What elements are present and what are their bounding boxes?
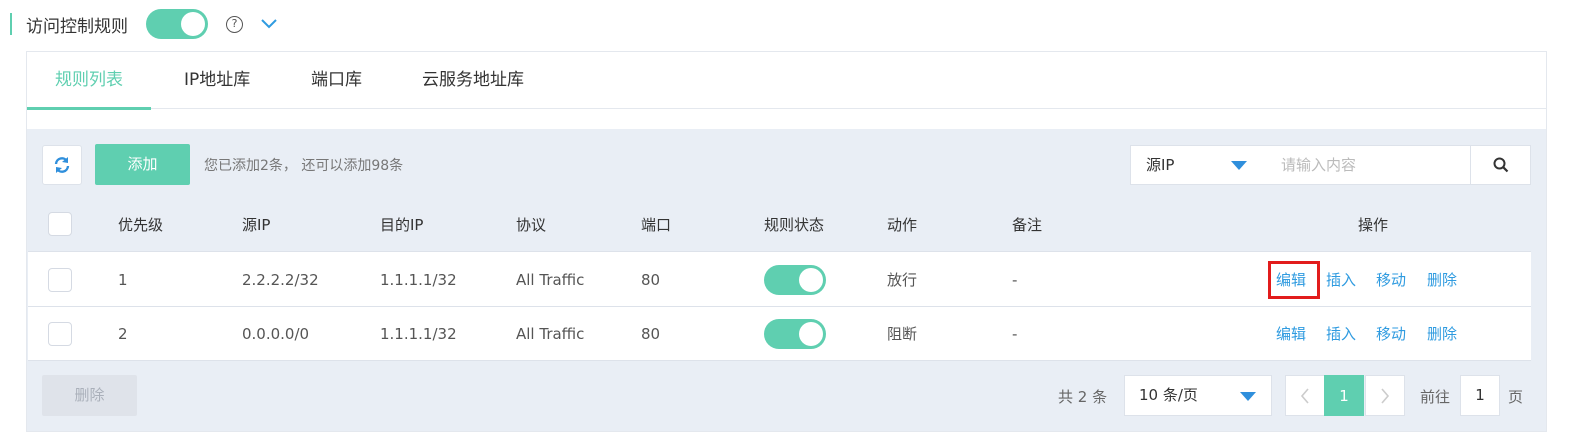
goto-label: 前往 bbox=[1420, 388, 1451, 406]
cell-port: 80 bbox=[641, 324, 661, 343]
delete-link[interactable]: 删除 bbox=[1427, 253, 1457, 306]
row-checkbox-cell bbox=[48, 307, 72, 360]
select-all-checkbox-cell bbox=[48, 197, 72, 251]
chevron-right-icon bbox=[1381, 387, 1390, 404]
rule-status-toggle[interactable] bbox=[764, 318, 826, 349]
search-icon bbox=[1493, 157, 1508, 173]
col-src-ip: 源IP bbox=[242, 215, 271, 234]
toggle-knob bbox=[799, 267, 823, 292]
cell-protocol: All Traffic bbox=[516, 324, 585, 343]
question-circle-icon[interactable]: ? bbox=[226, 15, 243, 33]
page-unit-label: 页 bbox=[1508, 388, 1524, 406]
insert-link[interactable]: 插入 bbox=[1326, 307, 1356, 360]
acl-enable-toggle[interactable] bbox=[146, 9, 208, 39]
cell-rule-status bbox=[764, 307, 826, 360]
select-all-checkbox[interactable] bbox=[48, 212, 72, 236]
move-link[interactable]: 移动 bbox=[1376, 253, 1406, 306]
row-checkbox[interactable] bbox=[48, 321, 72, 346]
col-protocol: 协议 bbox=[516, 215, 547, 234]
chevron-down-icon[interactable] bbox=[261, 16, 277, 32]
dropdown-triangle-icon bbox=[1240, 392, 1256, 401]
col-priority: 优先级 bbox=[118, 215, 164, 234]
table-row: 2 0.0.0.0/0 1.1.1.1/32 All Traffic 80 阻断… bbox=[28, 307, 1531, 361]
rules-table: 优先级 源IP 目的IP 协议 端口 规则状态 动作 备注 操作 1 2.2.2… bbox=[28, 197, 1531, 361]
col-operations: 操作 bbox=[1358, 215, 1389, 234]
cell-priority: 1 bbox=[118, 270, 128, 289]
row-checkbox-cell bbox=[48, 253, 72, 306]
section-header: 访问控制规则 ? bbox=[10, 8, 277, 40]
cell-src-ip: 2.2.2.2/32 bbox=[242, 270, 319, 289]
page-size-value: 10 条/页 bbox=[1139, 386, 1198, 404]
tab-port-library[interactable]: 端口库 bbox=[311, 52, 362, 109]
cell-rule-status bbox=[764, 253, 826, 306]
tab-cloud-address-library[interactable]: 云服务地址库 bbox=[422, 52, 524, 109]
filter-field-value: 源IP bbox=[1146, 156, 1175, 174]
goto-page-input[interactable]: 1 bbox=[1460, 375, 1500, 416]
cell-action: 阻断 bbox=[887, 325, 918, 343]
tab-rule-list[interactable]: 规则列表 bbox=[27, 52, 151, 110]
cell-src-ip: 0.0.0.0/0 bbox=[242, 324, 310, 343]
filter-field-select[interactable]: 源IP bbox=[1130, 145, 1268, 185]
dropdown-triangle-icon bbox=[1231, 161, 1247, 170]
move-link[interactable]: 移动 bbox=[1376, 307, 1406, 360]
prev-page-button[interactable] bbox=[1285, 375, 1325, 416]
col-port: 端口 bbox=[641, 215, 672, 234]
col-note: 备注 bbox=[1012, 215, 1043, 234]
total-count: 共 2 条 bbox=[1058, 388, 1108, 406]
table-row: 1 2.2.2.2/32 1.1.1.1/32 All Traffic 80 放… bbox=[28, 253, 1531, 307]
search-input[interactable] bbox=[1267, 145, 1471, 185]
toggle-knob bbox=[181, 12, 205, 36]
cell-note: - bbox=[1012, 270, 1018, 289]
acl-rules-page: 访问控制规则 ? 规则列表 IP地址库 端口库 云服务地址库 添加 您已添加2条… bbox=[0, 0, 1572, 444]
search-button[interactable] bbox=[1470, 145, 1531, 185]
rule-status-toggle[interactable] bbox=[764, 264, 826, 295]
toggle-knob bbox=[799, 321, 823, 346]
cell-priority: 2 bbox=[118, 324, 128, 343]
col-rule-status: 规则状态 bbox=[764, 215, 825, 234]
tab-ip-library[interactable]: IP地址库 bbox=[184, 52, 250, 109]
rules-panel: 规则列表 IP地址库 端口库 云服务地址库 添加 您已添加2条， 还可以添加98… bbox=[26, 51, 1547, 432]
page-size-select[interactable]: 10 条/页 bbox=[1124, 375, 1272, 416]
edit-link[interactable]: 编辑 bbox=[1276, 307, 1306, 360]
table-header: 优先级 源IP 目的IP 协议 端口 规则状态 动作 备注 操作 bbox=[28, 197, 1531, 252]
edit-link-highlight-box bbox=[1268, 261, 1320, 299]
refresh-icon bbox=[54, 157, 70, 173]
delete-link[interactable]: 删除 bbox=[1427, 307, 1457, 360]
refresh-button[interactable] bbox=[42, 145, 82, 185]
cell-dst-ip: 1.1.1.1/32 bbox=[380, 270, 457, 289]
col-dst-ip: 目的IP bbox=[380, 215, 424, 234]
add-rule-button[interactable]: 添加 bbox=[95, 144, 190, 185]
col-action: 动作 bbox=[887, 215, 918, 234]
insert-link[interactable]: 插入 bbox=[1326, 253, 1356, 306]
section-title: 访问控制规则 bbox=[26, 16, 128, 37]
tab-bar: 规则列表 IP地址库 端口库 云服务地址库 bbox=[27, 52, 1546, 110]
cell-port: 80 bbox=[641, 270, 661, 289]
cell-protocol: All Traffic bbox=[516, 270, 585, 289]
cell-dst-ip: 1.1.1.1/32 bbox=[380, 324, 457, 343]
header-accent-bar bbox=[10, 13, 12, 35]
cell-note: - bbox=[1012, 324, 1018, 343]
rule-count-hint: 您已添加2条， 还可以添加98条 bbox=[204, 158, 404, 174]
cell-action: 放行 bbox=[887, 271, 918, 289]
chevron-left-icon bbox=[1300, 387, 1309, 404]
next-page-button[interactable] bbox=[1365, 375, 1405, 416]
page-number-current[interactable]: 1 bbox=[1324, 375, 1364, 416]
row-checkbox[interactable] bbox=[48, 267, 72, 292]
bulk-delete-button[interactable]: 删除 bbox=[42, 375, 137, 416]
